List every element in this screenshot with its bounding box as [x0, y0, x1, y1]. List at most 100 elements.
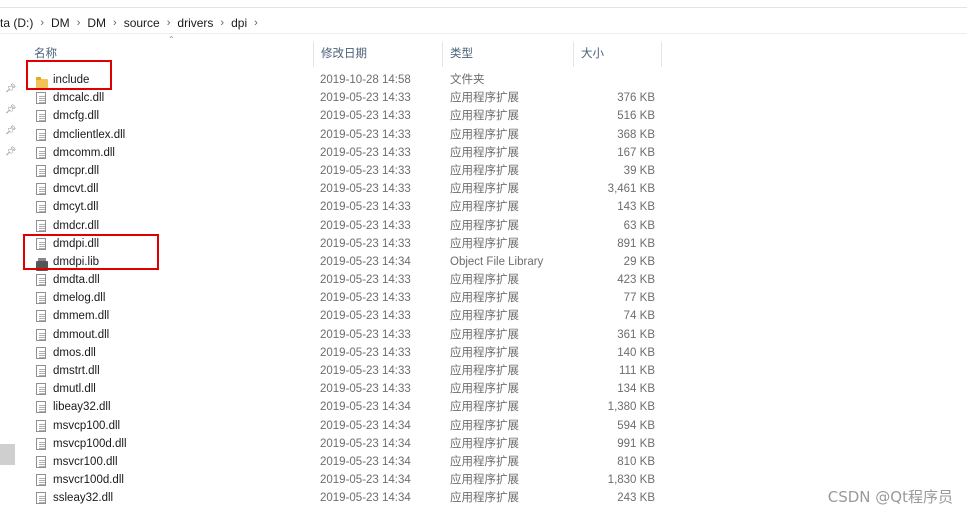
dll-file-icon — [36, 419, 48, 433]
file-size: 423 KB — [617, 274, 655, 287]
breadcrumb-drive[interactable]: ta (D:) — [0, 16, 33, 30]
file-size: 39 KB — [623, 164, 655, 177]
file-row[interactable]: dmutl.dll 2019-05-23 14:33 应用程序扩展 134 KB — [27, 380, 667, 398]
file-size: 1,830 KB — [607, 474, 655, 487]
file-size: 243 KB — [617, 492, 655, 505]
file-size: 29 KB — [623, 255, 655, 268]
file-type: Object File Library — [450, 255, 544, 268]
file-row[interactable]: libeay32.dll 2019-05-23 14:34 应用程序扩展 1,380 … — [27, 398, 667, 416]
file-name: dmcvt.dll — [53, 183, 99, 196]
file-row[interactable]: dmos.dll 2019-05-23 14:33 应用程序扩展 140 KB — [27, 344, 667, 362]
pin-icon[interactable]: 📌︎ — [5, 125, 16, 135]
dll-file-icon — [36, 274, 48, 287]
file-row[interactable]: msvcp100d.dll 2019-05-23 14:34 应用程序扩展 991 K… — [27, 435, 667, 453]
file-size: 3,461 KB — [607, 183, 655, 196]
file-row[interactable]: dmdcr.dll 2019-05-23 14:33 应用程序扩展 63 KB — [27, 217, 667, 235]
breadcrumb-drivers[interactable]: drivers — [177, 16, 213, 30]
chevron-right-icon[interactable]: › — [113, 17, 117, 29]
file-date-modified: 2019-05-23 14:33 — [320, 92, 411, 105]
file-size: 143 KB — [617, 201, 655, 214]
chevron-right-icon[interactable]: › — [254, 17, 258, 29]
file-size: 376 KB — [617, 92, 655, 105]
file-name: dmelog.dll — [53, 292, 106, 305]
dll-file-icon — [36, 401, 48, 414]
breadcrumb-source[interactable]: source — [124, 16, 160, 30]
file-type: 应用程序扩展 — [450, 346, 519, 359]
file-name: msvcr100.dll — [53, 455, 118, 468]
chevron-right-icon[interactable]: › — [77, 17, 81, 29]
file-date-modified: 2019-05-23 14:34 — [320, 419, 411, 432]
file-row[interactable]: dmclientlex.dll 2019-05-23 14:33 应用程序扩展 368… — [27, 126, 667, 144]
breadcrumb-dm-inner[interactable]: DM — [87, 16, 106, 30]
file-name: dmcalc.dll — [53, 92, 105, 105]
file-row[interactable]: include 2019-10-28 14:58 文件夹 — [27, 71, 667, 89]
file-date-modified: 2019-05-23 14:33 — [320, 274, 411, 287]
file-row[interactable]: dmcvt.dll 2019-05-23 14:33 应用程序扩展 3,461 KB — [27, 180, 667, 198]
file-row[interactable]: dmcomm.dll 2019-05-23 14:33 应用程序扩展 167 KB — [27, 144, 667, 162]
file-row[interactable]: dmcalc.dll 2019-05-23 14:33 应用程序扩展 376 KB — [27, 89, 667, 107]
file-row[interactable]: dmcfg.dll 2019-05-23 14:33 应用程序扩展 516 KB — [27, 107, 667, 125]
file-size: 516 KB — [617, 110, 655, 123]
file-type: 应用程序扩展 — [450, 474, 519, 487]
dll-file-icon — [36, 92, 48, 105]
file-date-modified: 2019-05-23 14:33 — [320, 219, 411, 232]
column-date-modified[interactable]: 修改日期 — [314, 42, 443, 67]
pin-icon[interactable]: 📌︎ — [5, 104, 16, 114]
file-size: 77 KB — [623, 292, 655, 305]
file-row[interactable]: dmmout.dll 2019-05-23 14:33 应用程序扩展 361 KB — [27, 326, 667, 344]
chevron-right-icon[interactable]: › — [220, 17, 224, 29]
file-type: 应用程序扩展 — [450, 110, 519, 123]
file-size: 167 KB — [617, 146, 655, 159]
file-name: dmcomm.dll — [53, 146, 115, 159]
file-name: dmstrt.dll — [53, 365, 100, 377]
dll-file-icon — [36, 474, 48, 487]
file-row[interactable]: dmcpr.dll 2019-05-23 14:33 应用程序扩展 39 KB — [27, 162, 667, 180]
column-header: ⌃ 名称 修改日期 类型 大小 — [27, 35, 667, 67]
navigation-pane: 📌︎ 📌︎ 📌︎ 📌︎ — [0, 36, 20, 514]
file-size — [578, 71, 655, 89]
nav-selected-item[interactable] — [0, 444, 15, 465]
file-date-modified: 2019-05-23 14:33 — [320, 346, 411, 359]
breadcrumb[interactable]: ta (D:) › DM › DM › source › drivers › d… — [0, 12, 967, 34]
breadcrumb-dm[interactable]: DM — [51, 16, 70, 30]
column-type[interactable]: 类型 — [443, 42, 574, 67]
chevron-right-icon[interactable]: › — [40, 17, 44, 29]
file-size: 111 KB — [618, 365, 655, 377]
dll-file-icon — [36, 128, 48, 142]
file-date-modified: 2019-05-23 14:34 — [320, 401, 411, 414]
file-name: msvcp100d.dll — [53, 437, 127, 450]
file-date-modified: 2019-05-23 14:33 — [320, 237, 411, 250]
file-row[interactable]: dmstrt.dll 2019-05-23 14:33 应用程序扩展 111 KB — [27, 362, 667, 380]
watermark: CSDN @Qt程序员 — [827, 488, 953, 506]
dll-file-icon — [36, 219, 48, 233]
file-type: 应用程序扩展 — [450, 419, 519, 432]
file-name: msvcp100.dll — [53, 419, 121, 432]
file-row[interactable]: dmelog.dll 2019-05-23 14:33 应用程序扩展 77 KB — [27, 289, 667, 307]
file-date-modified: 2019-05-23 14:33 — [320, 146, 411, 159]
file-row[interactable]: msvcr100.dll 2019-05-23 14:34 应用程序扩展 810 KB — [27, 453, 667, 471]
file-type: 应用程序扩展 — [450, 146, 519, 159]
file-type: 应用程序扩展 — [450, 365, 519, 377]
file-size: 1,380 KB — [607, 401, 655, 414]
file-size: 63 KB — [623, 219, 655, 232]
file-type: 应用程序扩展 — [450, 237, 519, 250]
file-date-modified: 2019-05-23 14:33 — [320, 128, 411, 141]
pin-icon[interactable]: 📌︎ — [5, 83, 16, 93]
file-date-modified: 2019-05-23 14:34 — [320, 474, 411, 487]
file-type: 应用程序扩展 — [450, 274, 519, 287]
dll-file-icon — [36, 110, 48, 123]
pin-icon[interactable]: 📌︎ — [5, 146, 16, 156]
file-row[interactable]: ssleay32.dll 2019-05-23 14:34 应用程序扩展 243 KB — [27, 489, 667, 507]
file-name: dmcfg.dll — [53, 110, 100, 123]
file-row[interactable]: msvcr100d.dll 2019-05-23 14:34 应用程序扩展 1,830… — [27, 471, 667, 489]
chevron-right-icon[interactable]: › — [167, 17, 171, 29]
file-row[interactable]: dmdta.dll 2019-05-23 14:33 应用程序扩展 423 KB — [27, 271, 667, 289]
file-row[interactable]: dmmem.dll 2019-05-23 14:33 应用程序扩展 74 KB — [27, 307, 667, 325]
dll-file-icon — [36, 492, 48, 505]
breadcrumb-dpi[interactable]: dpi — [231, 16, 247, 30]
file-size: 810 KB — [617, 455, 655, 468]
file-type: 应用程序扩展 — [450, 183, 519, 196]
column-size[interactable]: 大小 — [574, 42, 662, 67]
file-row[interactable]: msvcp100.dll 2019-05-23 14:34 应用程序扩展 594 KB — [27, 417, 667, 435]
file-row[interactable]: dmcyt.dll 2019-05-23 14:33 应用程序扩展 143 KB — [27, 198, 667, 216]
